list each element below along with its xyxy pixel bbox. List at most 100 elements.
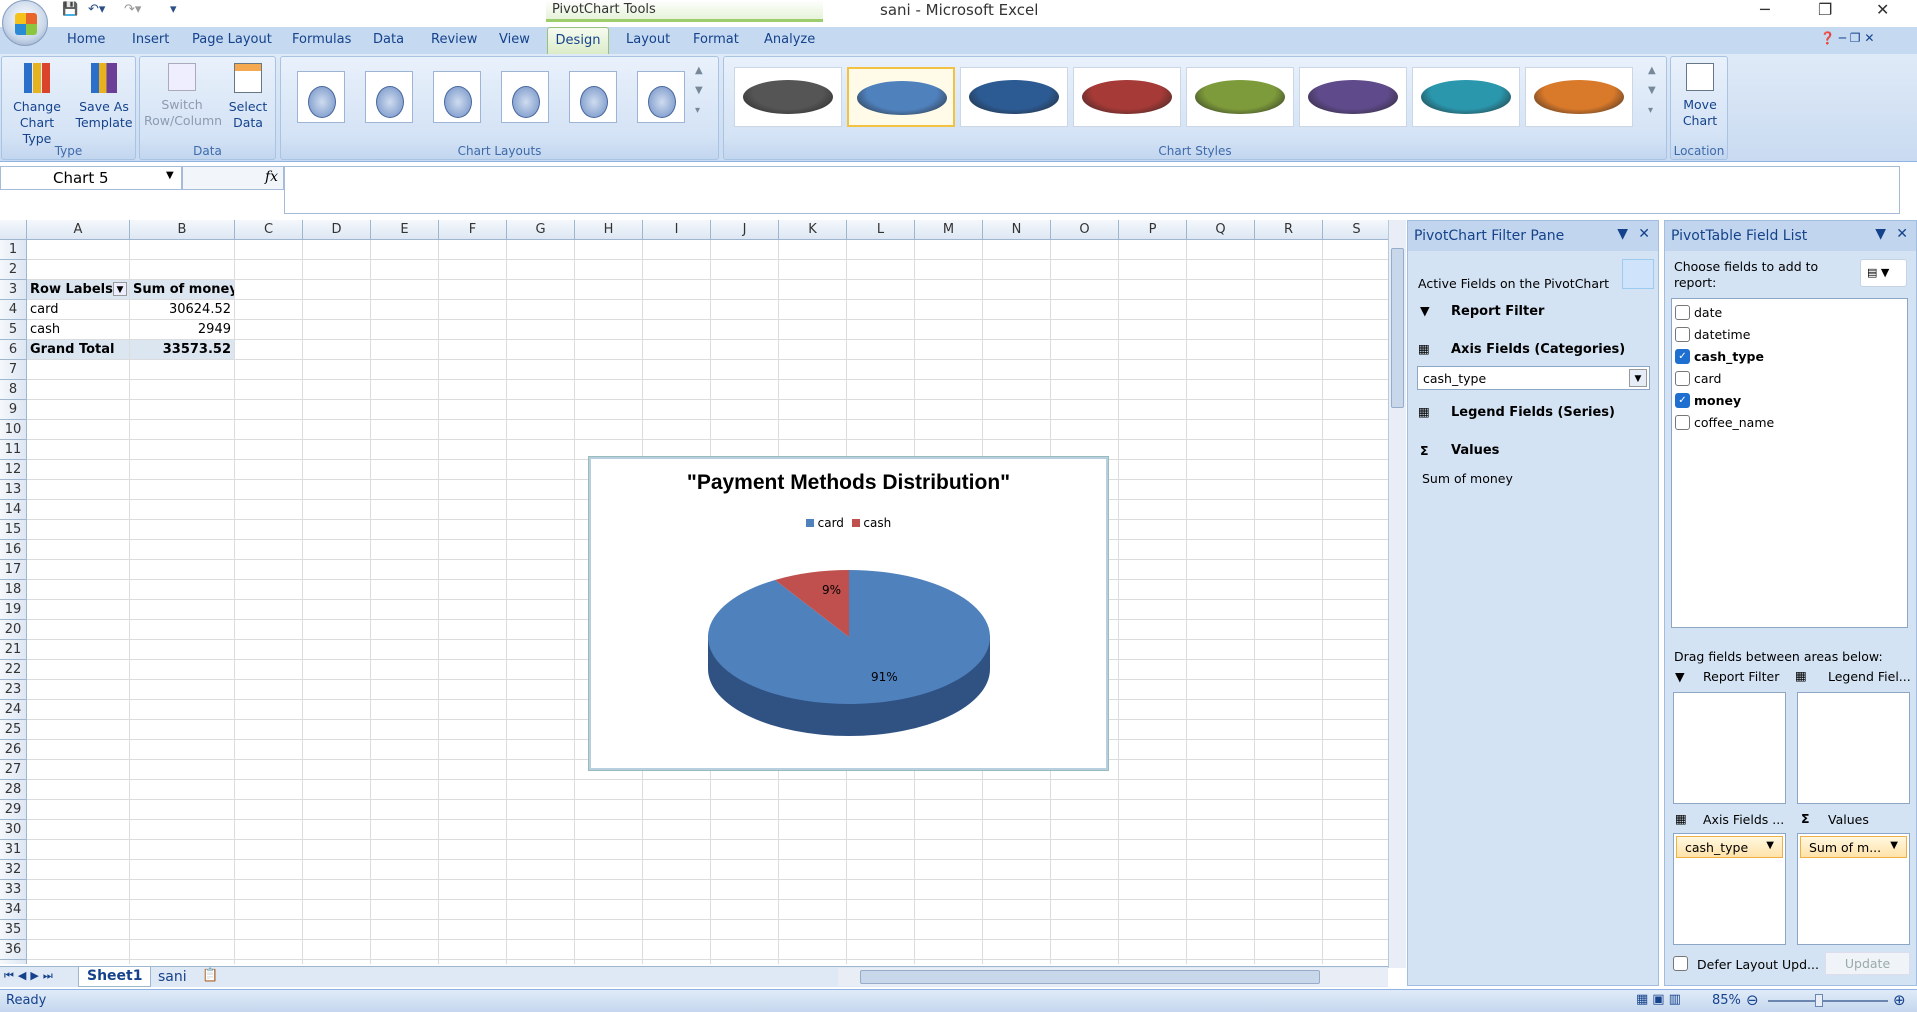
cell-K29[interactable] xyxy=(779,800,847,820)
cell-O2[interactable] xyxy=(1051,260,1119,280)
column-header-I[interactable]: I xyxy=(643,220,711,240)
cell-S6[interactable] xyxy=(1323,340,1388,360)
cell-C1[interactable] xyxy=(235,240,303,260)
row-header-11[interactable]: 11 xyxy=(0,440,27,460)
cell-L2[interactable] xyxy=(847,260,915,280)
cell-M4[interactable] xyxy=(915,300,983,320)
cell-L31[interactable] xyxy=(847,840,915,860)
cell-R37[interactable] xyxy=(1255,960,1323,964)
cell-P18[interactable] xyxy=(1119,580,1187,600)
cell-B27[interactable] xyxy=(130,760,235,780)
cell-F37[interactable] xyxy=(439,960,507,964)
cell-Q11[interactable] xyxy=(1187,440,1255,460)
cell-H2[interactable] xyxy=(575,260,643,280)
cell-A10[interactable] xyxy=(27,420,130,440)
cell-P9[interactable] xyxy=(1119,400,1187,420)
cell-C9[interactable] xyxy=(235,400,303,420)
cell-H4[interactable] xyxy=(575,300,643,320)
cell-M33[interactable] xyxy=(915,880,983,900)
cell-E4[interactable] xyxy=(371,300,439,320)
column-header-D[interactable]: D xyxy=(303,220,371,240)
cell-H6[interactable] xyxy=(575,340,643,360)
cell-B14[interactable] xyxy=(130,500,235,520)
cell-B19[interactable] xyxy=(130,600,235,620)
cell-P32[interactable] xyxy=(1119,860,1187,880)
cell-M30[interactable] xyxy=(915,820,983,840)
cell-E23[interactable] xyxy=(371,680,439,700)
cell-A21[interactable] xyxy=(27,640,130,660)
cell-B13[interactable] xyxy=(130,480,235,500)
cell-R15[interactable] xyxy=(1255,520,1323,540)
cell-J10[interactable] xyxy=(711,420,779,440)
cell-E35[interactable] xyxy=(371,920,439,940)
cell-L8[interactable] xyxy=(847,380,915,400)
cell-A28[interactable] xyxy=(27,780,130,800)
cell-R24[interactable] xyxy=(1255,700,1323,720)
cell-G24[interactable] xyxy=(507,700,575,720)
cell-A6[interactable]: Grand Total xyxy=(27,340,130,360)
pivot-chart[interactable]: "Payment Methods Distribution" card cash… xyxy=(588,456,1109,771)
cell-R28[interactable] xyxy=(1255,780,1323,800)
cell-D26[interactable] xyxy=(303,740,371,760)
cell-C5[interactable] xyxy=(235,320,303,340)
cell-Q22[interactable] xyxy=(1187,660,1255,680)
cell-D30[interactable] xyxy=(303,820,371,840)
zoom-level[interactable]: 85% xyxy=(1712,993,1741,1008)
cell-F11[interactable] xyxy=(439,440,507,460)
cell-D34[interactable] xyxy=(303,900,371,920)
cell-C30[interactable] xyxy=(235,820,303,840)
name-box[interactable]: Chart 5 xyxy=(0,166,182,190)
row-header-29[interactable]: 29 xyxy=(0,800,27,820)
cell-P30[interactable] xyxy=(1119,820,1187,840)
cell-E16[interactable] xyxy=(371,540,439,560)
cell-K35[interactable] xyxy=(779,920,847,940)
chart-style-6[interactable] xyxy=(1299,67,1407,127)
cell-E3[interactable] xyxy=(371,280,439,300)
column-header-C[interactable]: C xyxy=(235,220,303,240)
cell-N5[interactable] xyxy=(983,320,1051,340)
cell-M28[interactable] xyxy=(915,780,983,800)
cell-D12[interactable] xyxy=(303,460,371,480)
row-header-2[interactable]: 2 xyxy=(0,260,27,280)
cell-Q12[interactable] xyxy=(1187,460,1255,480)
cell-R34[interactable] xyxy=(1255,900,1323,920)
cell-F15[interactable] xyxy=(439,520,507,540)
column-header-M[interactable]: M xyxy=(915,220,983,240)
cell-D2[interactable] xyxy=(303,260,371,280)
cell-N31[interactable] xyxy=(983,840,1051,860)
cell-R31[interactable] xyxy=(1255,840,1323,860)
cell-S32[interactable] xyxy=(1323,860,1388,880)
cell-A7[interactable] xyxy=(27,360,130,380)
cell-A9[interactable] xyxy=(27,400,130,420)
cell-F1[interactable] xyxy=(439,240,507,260)
cell-P24[interactable] xyxy=(1119,700,1187,720)
cell-K10[interactable] xyxy=(779,420,847,440)
cell-P17[interactable] xyxy=(1119,560,1187,580)
cell-D18[interactable] xyxy=(303,580,371,600)
cell-A4[interactable]: card xyxy=(27,300,130,320)
cell-F34[interactable] xyxy=(439,900,507,920)
cell-B35[interactable] xyxy=(130,920,235,940)
cell-J4[interactable] xyxy=(711,300,779,320)
column-header-E[interactable]: E xyxy=(371,220,439,240)
cell-B7[interactable] xyxy=(130,360,235,380)
cell-G11[interactable] xyxy=(507,440,575,460)
cell-E12[interactable] xyxy=(371,460,439,480)
cell-E21[interactable] xyxy=(371,640,439,660)
cell-E11[interactable] xyxy=(371,440,439,460)
cell-I7[interactable] xyxy=(643,360,711,380)
cell-E33[interactable] xyxy=(371,880,439,900)
cell-D15[interactable] xyxy=(303,520,371,540)
cell-Q29[interactable] xyxy=(1187,800,1255,820)
cell-B15[interactable] xyxy=(130,520,235,540)
cell-B2[interactable] xyxy=(130,260,235,280)
row-header-4[interactable]: 4 xyxy=(0,300,27,320)
cell-S27[interactable] xyxy=(1323,760,1388,780)
cell-B18[interactable] xyxy=(130,580,235,600)
cell-P37[interactable] xyxy=(1119,960,1187,964)
cell-O35[interactable] xyxy=(1051,920,1119,940)
cell-R8[interactable] xyxy=(1255,380,1323,400)
cell-E7[interactable] xyxy=(371,360,439,380)
column-header-A[interactable]: A xyxy=(27,220,130,240)
cell-L6[interactable] xyxy=(847,340,915,360)
